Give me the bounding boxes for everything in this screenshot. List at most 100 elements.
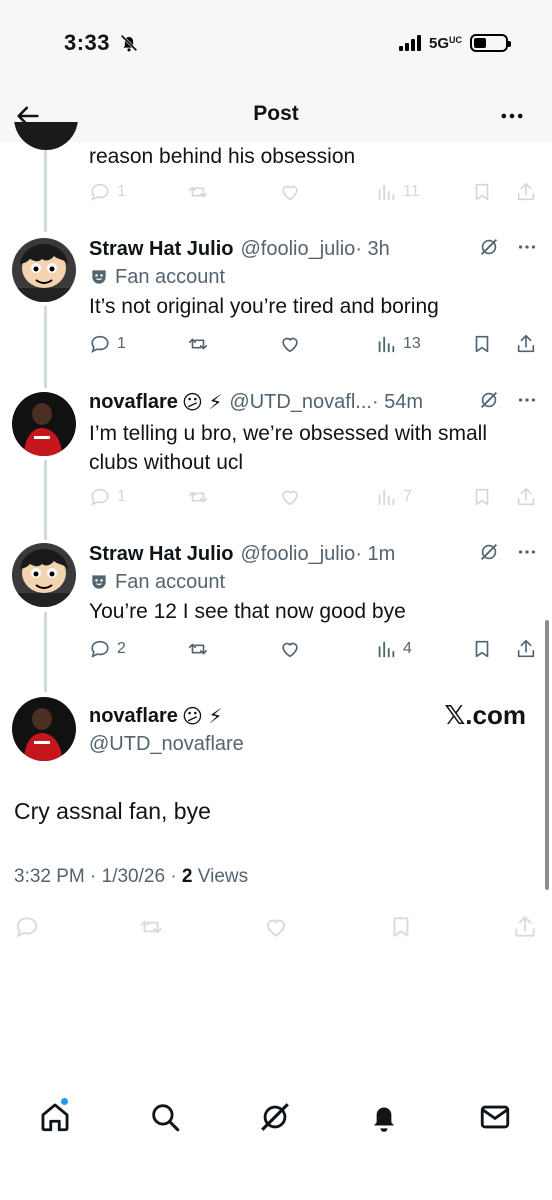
bookmark-icon [475, 335, 489, 353]
share-icon [517, 182, 535, 201]
bottom-tab-bar [0, 1080, 552, 1200]
scrollbar[interactable] [545, 620, 549, 890]
display-name[interactable]: novaflare [89, 391, 178, 414]
share-button[interactable] [512, 914, 538, 940]
reply-button[interactable]: 1 [89, 333, 126, 355]
reply-button[interactable]: 1 [89, 486, 126, 508]
like-button[interactable] [279, 333, 301, 355]
share-icon [515, 916, 535, 937]
bookmark-icon [475, 183, 489, 201]
notification-dot [60, 1097, 69, 1106]
theater-mask-icon [92, 270, 106, 284]
messages-envelope-icon [480, 1105, 510, 1129]
name-emoji: 😕 ⚡ [181, 705, 223, 728]
thread-line [44, 460, 47, 540]
repost-button[interactable] [187, 638, 209, 660]
share-icon [517, 487, 535, 506]
more-dots-icon[interactable] [498, 102, 526, 130]
post-actions: 1 7 [89, 483, 539, 511]
views-label: Views [192, 866, 249, 887]
more-dots-icon[interactable] [516, 236, 538, 258]
views-button[interactable]: 11 [375, 181, 420, 203]
repost-icon [188, 186, 208, 198]
cellular-signal-icon [398, 35, 421, 51]
theater-mask-icon [92, 575, 106, 589]
share-button[interactable] [515, 638, 537, 660]
share-icon [517, 334, 535, 353]
display-name[interactable]: Straw Hat Julio [89, 238, 233, 261]
repost-button[interactable] [187, 486, 209, 508]
tab-notifications[interactable] [367, 1100, 401, 1134]
like-button[interactable] [279, 638, 301, 660]
like-button[interactable] [279, 486, 301, 508]
user-handle[interactable]: @foolio_julio [240, 543, 355, 566]
bookmark-icon [475, 488, 489, 506]
avatar[interactable] [12, 697, 76, 761]
like-button[interactable] [263, 914, 289, 940]
reply-post: novaflare 😕 ⚡ @UTD_novafl... · 54m I’m t… [89, 389, 538, 477]
heart-icon [282, 490, 298, 506]
bookmark-button[interactable] [471, 486, 493, 508]
bookmark-button[interactable] [471, 333, 493, 355]
more-dots-icon[interactable] [516, 541, 538, 563]
bookmark-icon [393, 917, 409, 937]
share-button[interactable] [515, 333, 537, 355]
views-button[interactable]: 13 [375, 333, 421, 355]
name-emoji: 😕 ⚡ [181, 391, 223, 414]
more-dots-icon[interactable] [516, 389, 538, 411]
views-chart-icon [378, 489, 395, 506]
previous-reply: reason behind his obsession [89, 140, 538, 171]
fan-account-badge: Fan account [89, 569, 538, 595]
repost-icon [140, 920, 162, 934]
reply-icon [91, 335, 109, 353]
heart-icon [282, 185, 298, 201]
bookmark-button[interactable] [471, 181, 493, 203]
grok-icon[interactable] [478, 541, 500, 563]
tab-grok[interactable] [258, 1100, 292, 1134]
repost-button[interactable] [138, 914, 164, 940]
views-button[interactable]: 4 [375, 638, 412, 660]
status-time: 3:33 [64, 30, 111, 55]
status-bar: 3:33 5GUC [0, 0, 552, 90]
battery-icon [470, 34, 511, 52]
user-handle[interactable]: @UTD_novaflare [89, 733, 244, 756]
post-timestamp: 3:32 PM · 1/30/26 · [14, 866, 182, 887]
views-button[interactable]: 7 [375, 486, 412, 508]
avatar[interactable] [12, 392, 76, 456]
post-actions: 1 13 [89, 330, 539, 358]
display-name[interactable]: novaflare [89, 705, 178, 728]
reply-icon [91, 488, 109, 506]
bookmark-button[interactable] [471, 638, 493, 660]
network-label: 5GUC [428, 34, 462, 52]
grok-icon[interactable] [478, 236, 500, 258]
tab-search[interactable] [148, 1100, 182, 1134]
heart-icon [266, 919, 286, 937]
tab-messages[interactable] [478, 1100, 512, 1134]
avatar[interactable] [14, 110, 78, 150]
post-text: You’re 12 I see that now good bye [89, 600, 406, 623]
share-icon [517, 639, 535, 658]
user-handle[interactable]: @foolio_julio [240, 238, 355, 261]
reply-button[interactable]: 2 [89, 638, 126, 660]
heart-icon [282, 337, 298, 353]
share-button[interactable] [515, 486, 537, 508]
user-handle[interactable]: @UTD_novafl... [229, 391, 372, 414]
repost-button[interactable] [187, 181, 209, 203]
notifications-bell-icon [374, 1107, 394, 1132]
post-time: · 54m [371, 390, 424, 413]
post-time: · 3h [355, 237, 390, 260]
reply-button[interactable] [14, 914, 40, 940]
repost-button[interactable] [187, 333, 209, 355]
main-post-text: Cry assnal fan, bye [14, 798, 211, 824]
reply-icon [91, 640, 109, 658]
like-button[interactable] [279, 181, 301, 203]
bookmark-button[interactable] [388, 914, 414, 940]
display-name[interactable]: Straw Hat Julio [89, 543, 233, 566]
page-title: Post [253, 102, 299, 125]
avatar[interactable] [12, 238, 76, 302]
share-button[interactable] [515, 181, 537, 203]
avatar[interactable] [12, 543, 76, 607]
grok-icon[interactable] [478, 389, 500, 411]
reply-button[interactable]: 1 [89, 181, 126, 203]
x-watermark: 𝕏.com [444, 700, 526, 730]
